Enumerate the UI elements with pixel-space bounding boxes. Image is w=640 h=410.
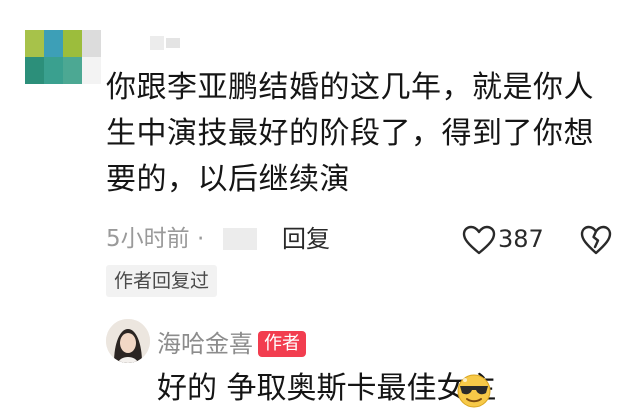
- heart-icon[interactable]: [462, 225, 496, 255]
- commenter-name-blurred[interactable]: [150, 32, 180, 52]
- author-replied-tag[interactable]: 作者回复过: [106, 265, 218, 297]
- comment-meta-row: 5小时前 · 回复 387: [106, 222, 626, 256]
- avatar-portrait-icon: [106, 319, 150, 363]
- author-badge: 作者: [258, 331, 306, 357]
- comment-text: 你跟李亚鹏结婚的这几年，就是你人生中演技最好的阶段了，得到了你想要的，以后继续演: [106, 70, 594, 197]
- reply-username[interactable]: 海哈金喜: [157, 327, 253, 361]
- commenter-avatar-pixelated[interactable]: [25, 30, 101, 85]
- reply-text: 好的 争取奥斯卡最佳女主: [157, 371, 497, 406]
- sunglasses-emoji-icon: [457, 374, 491, 408]
- broken-heart-icon[interactable]: [580, 225, 612, 255]
- reply-avatar[interactable]: [106, 319, 150, 363]
- like-count: 387: [498, 225, 544, 253]
- reply-button[interactable]: 回复: [282, 222, 330, 256]
- comment-time: 5小时前 ·: [106, 226, 205, 252]
- ip-location-blurred: [223, 228, 257, 250]
